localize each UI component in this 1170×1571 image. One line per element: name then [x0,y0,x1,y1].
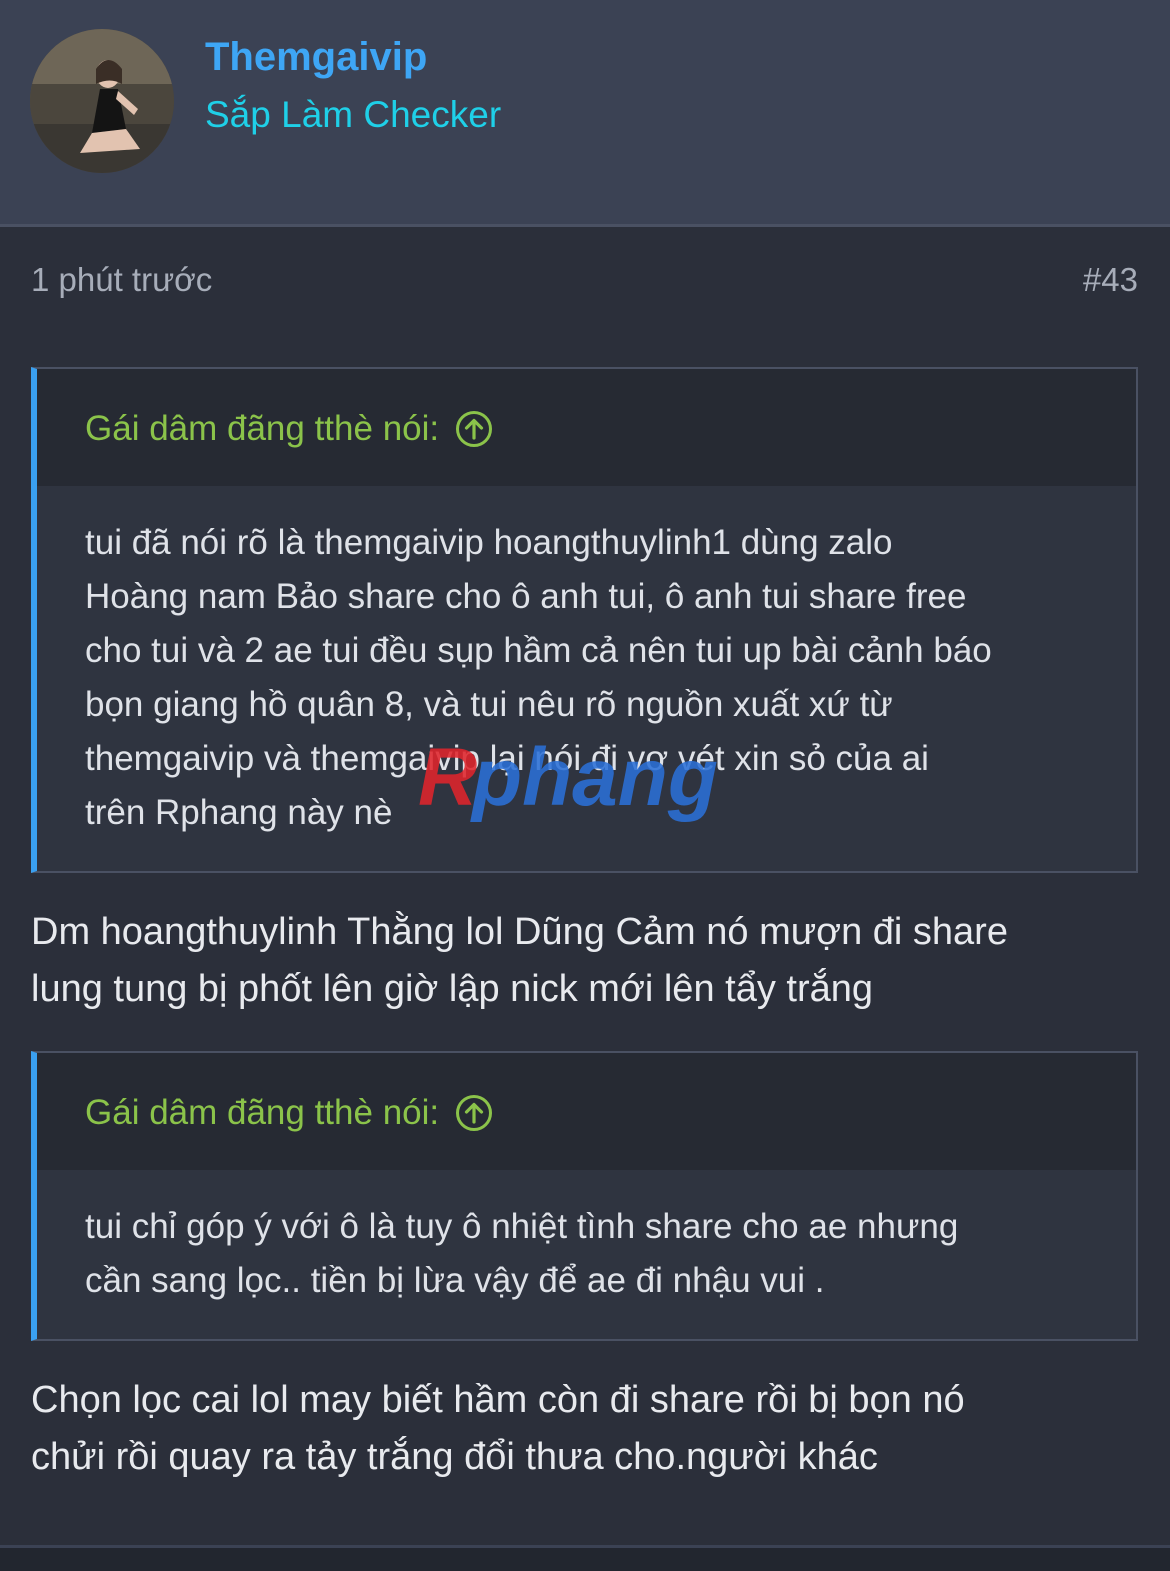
quote-line: bọn giang hồ quân 8, và tui nêu rõ nguồn… [85,685,893,724]
quote-block: Gái dâm đãng tthè nói: tui chỉ góp ý với… [31,1051,1138,1341]
avatar-photo-icon [30,29,174,173]
quote-author[interactable]: Gái dâm đãng tthè nói: [85,1091,493,1135]
quote-line: themgaivip và themgaivip lại nói đi vơ v… [85,739,929,778]
arrow-up-circle-icon[interactable] [455,1094,493,1132]
quote-line: cho tui và 2 ae tui đều sụp hầm cả nên t… [85,631,992,670]
reply-line: lung tung bị phốt lên giờ lập nick mới l… [31,968,873,1010]
quote-line: tui chỉ góp ý với ô là tuy ô nhiệt tình … [85,1207,959,1246]
reply-text: Chọn lọc cai lol may biết hầm còn đi sha… [31,1372,1141,1486]
arrow-up-circle-icon[interactable] [455,410,493,448]
quote-line: Hoàng nam Bảo share cho ô anh tui, ô anh… [85,577,967,616]
quote-line: tui đã nói rõ là themgaivip hoangthuylin… [85,523,893,562]
username[interactable]: Themgaivip [205,33,427,81]
quote-block: Gái dâm đãng tthè nói: tui đã nói rõ là … [31,367,1138,873]
reply-line: Dm hoangthuylinh Thằng lol Dũng Cảm nó m… [31,911,1008,953]
quote-author[interactable]: Gái dâm đãng tthè nói: [85,407,493,451]
quote-author-label: Gái dâm đãng tthè nói: [85,409,440,448]
quote-header: Gái dâm đãng tthè nói: [37,369,1136,486]
quote-author-label: Gái dâm đãng tthè nói: [85,1093,440,1132]
quote-body: tui chỉ góp ý với ô là tuy ô nhiệt tình … [37,1170,1136,1338]
user-title: Sắp Làm Checker [205,94,502,135]
post-time[interactable]: 1 phút trước [31,260,212,300]
bottom-divider [0,1545,1170,1571]
reply-text: Dm hoangthuylinh Thằng lol Dũng Cảm nó m… [31,904,1141,1018]
quote-line: trên Rphang này nè [85,793,393,832]
post-number[interactable]: #43 [1083,260,1138,300]
post-header: Themgaivip Sắp Làm Checker [0,0,1170,227]
reply-line: Chọn lọc cai lol may biết hầm còn đi sha… [31,1379,965,1421]
reply-line: chửi rồi quay ra tảy trắng đổi thưa cho.… [31,1436,878,1478]
quote-body: tui đã nói rõ là themgaivip hoangthuylin… [37,486,1136,870]
quote-line: cần sang lọc.. tiền bị lừa vậy để ae đi … [85,1261,825,1300]
quote-header: Gái dâm đãng tthè nói: [37,1053,1136,1170]
avatar[interactable] [30,29,174,173]
